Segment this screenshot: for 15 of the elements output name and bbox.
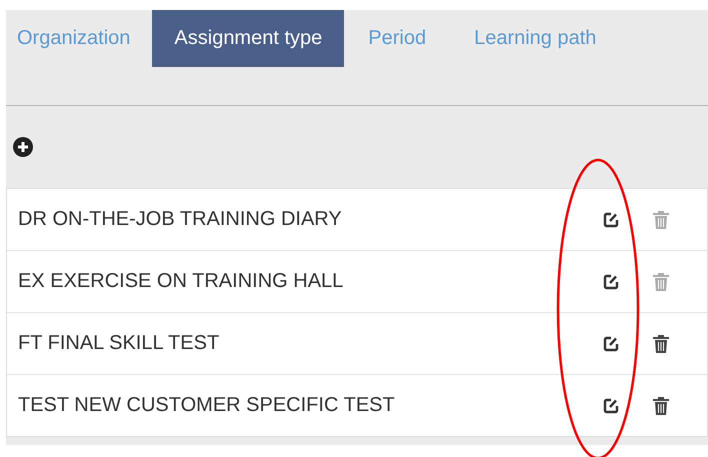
edit-icon[interactable] <box>602 272 620 290</box>
edit-icon[interactable] <box>602 334 620 352</box>
trash-icon[interactable] <box>653 334 669 352</box>
tab[interactable]: Period <box>344 10 450 67</box>
edit-icon[interactable] <box>602 210 620 228</box>
assignment-type-name: DR ON-THE-JOB TRAINING DIARY <box>17 208 343 231</box>
tab[interactable]: Learning path <box>450 10 620 67</box>
tab[interactable]: Organization <box>6 10 152 67</box>
edit-icon[interactable] <box>602 396 620 414</box>
trash-icon[interactable] <box>653 396 669 414</box>
assignment-type-name: TEST NEW CUSTOMER SPECIFIC TEST <box>17 394 396 417</box>
assignment-type-name: EX EXERCISE ON TRAINING HALL <box>17 270 344 293</box>
tab[interactable]: Assignment type <box>152 10 344 67</box>
assignment-type-name: FT FINAL SKILL TEST <box>17 332 220 355</box>
add-icon[interactable] <box>13 137 33 157</box>
